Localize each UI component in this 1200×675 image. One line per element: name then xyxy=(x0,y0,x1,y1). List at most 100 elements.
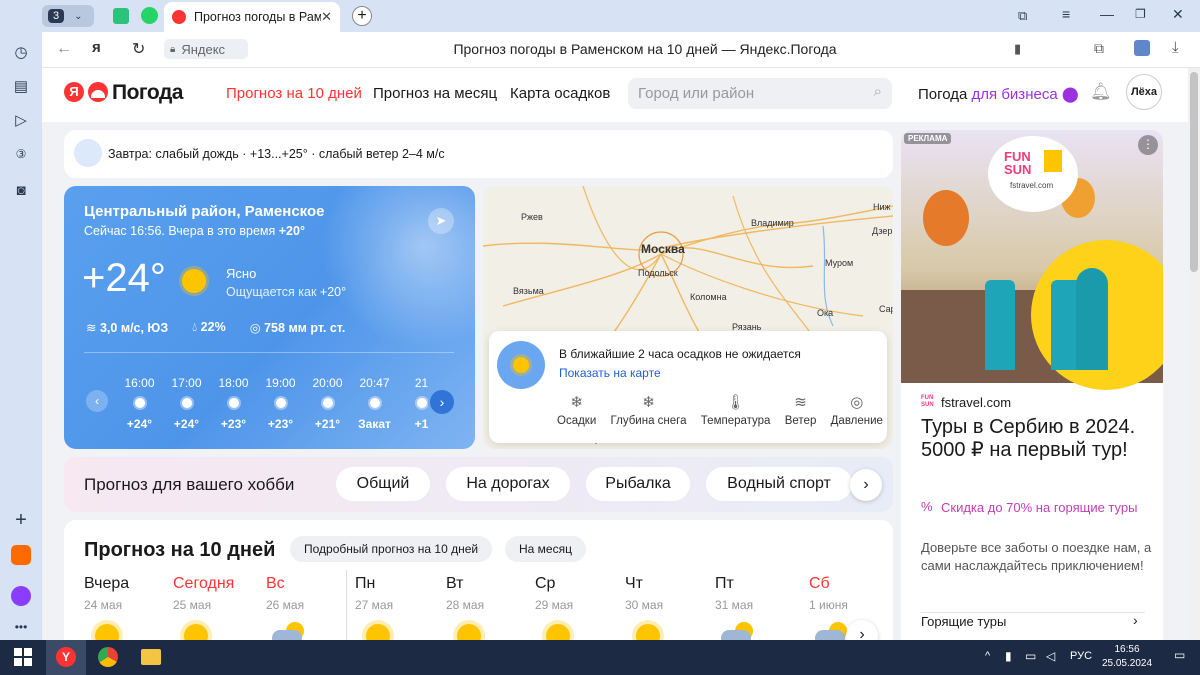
user-avatar[interactable]: Лёха xyxy=(1126,74,1162,110)
mail-icon[interactable] xyxy=(11,545,31,565)
tab-group-button[interactable]: 3 ⌄ xyxy=(42,5,94,27)
tray-clock[interactable]: 16:56 25.05.2024 xyxy=(1100,643,1154,671)
history-icon[interactable]: ◷ xyxy=(9,40,33,64)
alice-icon[interactable] xyxy=(11,586,31,606)
precip-map-card[interactable]: Ржев Москва Подольск Владимир Вязьма Коломна М… xyxy=(483,186,893,449)
yandex-logo[interactable]: Я xyxy=(64,82,84,102)
pressure-icon: ◎ xyxy=(249,321,261,335)
business-link[interactable]: Погода для бизнеса ⬤ xyxy=(918,85,1079,103)
restore-icon[interactable]: ❐ xyxy=(1135,7,1146,21)
download-icon[interactable] xyxy=(1134,40,1150,56)
forecast-day[interactable]: Пн 27 мая xyxy=(355,575,437,648)
yandex-home-icon[interactable]: я xyxy=(92,39,101,56)
map-layer-label: Давление xyxy=(830,415,883,427)
ad-card[interactable]: FUN SUN fstravel.com РЕКЛАМА ⋮ FUN SUN fs… xyxy=(901,130,1163,640)
map-layer-button[interactable]: ❄︎ Осадки xyxy=(557,393,596,437)
hours-next-button[interactable]: › xyxy=(430,390,454,414)
close-tab-icon[interactable]: ✕ xyxy=(321,9,332,25)
forecast-day[interactable]: Сегодня 25 мая xyxy=(173,575,255,648)
hobby-chip-general[interactable]: Общий xyxy=(336,467,430,501)
collections-icon[interactable]: ⧉ xyxy=(1018,8,1027,24)
camera-icon[interactable]: ◙ xyxy=(9,178,33,202)
nav-precip-map[interactable]: Карта осадков xyxy=(510,85,610,102)
new-tab-button[interactable]: + xyxy=(352,6,372,26)
temperature-icon: 🌡︎ xyxy=(726,394,746,411)
precip-text: В ближайшие 2 часа осадков не ожидается xyxy=(559,347,801,361)
hobby-chip-fishing[interactable]: Рыбалка xyxy=(586,467,690,501)
hour-time: 16:00 xyxy=(124,376,155,390)
nav-10-days[interactable]: Прогноз на 10 дней xyxy=(226,85,362,102)
tray-network-icon[interactable]: ▭ xyxy=(1025,649,1036,663)
map-layer-button[interactable]: ◎ Давление xyxy=(831,393,883,437)
page-scrollbar-thumb[interactable] xyxy=(1190,72,1198,272)
active-tab[interactable]: Прогноз погоды в Рам ✕ xyxy=(164,2,340,32)
notifications-icon[interactable]: ▭ xyxy=(1174,648,1185,662)
taskbar-explorer-icon[interactable] xyxy=(141,649,161,665)
pinned-tab-video-icon[interactable] xyxy=(113,8,129,24)
hour-sun-icon xyxy=(181,398,192,408)
close-window-icon[interactable]: ✕ xyxy=(1172,6,1184,23)
nav-month[interactable]: Прогноз на месяц xyxy=(373,85,497,102)
tray-language[interactable]: РУС xyxy=(1070,650,1092,662)
download-list-icon[interactable]: ⤓ xyxy=(1172,39,1179,56)
hobby-chip-roads[interactable]: На дорогах xyxy=(446,467,570,501)
feels-like: Ощущается как +20° xyxy=(226,285,346,299)
reload-icon[interactable]: ↻ xyxy=(132,39,145,59)
search-icon[interactable]: ⌕ xyxy=(874,83,882,100)
map-layer-button[interactable]: 🌡︎ Температура xyxy=(701,393,771,437)
forecast-day[interactable]: Вт 28 мая xyxy=(446,575,528,648)
hourly-strip: 16:00 +24° 17:00 +24° 18:00 +23° 19:00 +23° 20:0… xyxy=(116,376,428,436)
ad-image: FUN SUN fstravel.com xyxy=(901,130,1163,390)
tabs-count-icon[interactable]: ③ xyxy=(9,142,33,166)
ad-brand-b: SUN xyxy=(1004,162,1032,177)
ad-headline[interactable]: Туры в Сербию в 2024. 5000 ₽ на первый т… xyxy=(921,416,1151,462)
tray-mic-icon[interactable]: ▮ xyxy=(1005,649,1012,663)
windows-start-icon[interactable] xyxy=(14,648,32,666)
play-icon[interactable]: ▷ xyxy=(9,108,33,132)
forecast-day[interactable]: Пт 31 мая xyxy=(715,575,797,646)
ad-site[interactable]: fstravel.com xyxy=(941,395,1011,410)
notes-icon[interactable]: ▤ xyxy=(9,74,33,98)
location-title[interactable]: Центральный район, Раменское xyxy=(84,203,325,220)
hobby-chip-watersport[interactable]: Водный спорт xyxy=(706,467,852,501)
hour-temp: +24° xyxy=(126,417,153,431)
add-panel-icon[interactable]: + xyxy=(9,508,33,532)
chevron-down-icon: ⌄ xyxy=(74,10,83,22)
forecast-day-name: Чт xyxy=(625,575,643,592)
map-layer-button[interactable]: ❄ Глубина снега xyxy=(611,393,687,437)
map-layer-button[interactable]: ≋ Ветер xyxy=(785,393,817,437)
now-line: Сейчас 16:56. Вчера в это время +20° xyxy=(84,224,305,238)
minimize-icon[interactable]: — xyxy=(1100,6,1114,22)
map-layer-label: Глубина снега xyxy=(610,415,687,427)
forecast-day-name: Вс xyxy=(266,575,285,592)
bookmark-icon[interactable]: ▮ xyxy=(1014,41,1021,57)
taskbar-yandex-browser[interactable]: Y xyxy=(46,640,86,675)
more-dots-icon[interactable]: ••• xyxy=(9,615,33,639)
ad-link[interactable]: Горящие туры xyxy=(921,614,1006,629)
site-badge[interactable]: 🔒︎ Яндекс xyxy=(164,39,248,59)
extensions-icon[interactable]: ⧉ xyxy=(1094,40,1104,57)
hours-prev-button[interactable]: ‹ xyxy=(86,390,108,412)
forecast-day[interactable]: Вс 26 мая xyxy=(266,575,348,646)
hour-time: 20:00 xyxy=(312,376,343,390)
menu-icon[interactable]: ≡ xyxy=(1062,6,1070,22)
location-arrow-icon[interactable]: ➤ xyxy=(428,208,454,234)
search-input[interactable]: Город или район ⌕ xyxy=(628,78,892,109)
pinned-tab-whatsapp-icon[interactable] xyxy=(141,7,158,24)
back-icon[interactable]: ← xyxy=(56,40,72,58)
tray-volume-icon[interactable]: ◁ xyxy=(1046,649,1055,663)
forecast-day[interactable]: Ср 29 мая xyxy=(535,575,617,648)
tray-chevron-icon[interactable]: ^ xyxy=(985,650,990,662)
tomorrow-alert[interactable]: Завтра: слабый дождь · +13...+25° · слаб… xyxy=(64,130,893,178)
forecast-day[interactable]: Вчера 24 мая xyxy=(84,575,166,648)
ad-menu-icon[interactable]: ⋮ xyxy=(1138,135,1158,155)
logo-text[interactable]: Погода xyxy=(112,81,183,105)
forecast-day-name: Сегодня xyxy=(173,575,235,592)
page-title-address[interactable]: Прогноз погоды в Раменском на 10 дней — … xyxy=(300,41,990,57)
bell-icon[interactable]: 🔔︎ xyxy=(1090,82,1112,102)
forecast-day[interactable]: Чт 30 мая xyxy=(625,575,707,648)
show-on-map-link[interactable]: Показать на карте xyxy=(559,366,661,380)
taskbar-chrome-icon[interactable] xyxy=(98,647,118,667)
hobby-next-button[interactable]: › xyxy=(850,469,882,501)
map-city-label: Коломна xyxy=(690,292,727,302)
